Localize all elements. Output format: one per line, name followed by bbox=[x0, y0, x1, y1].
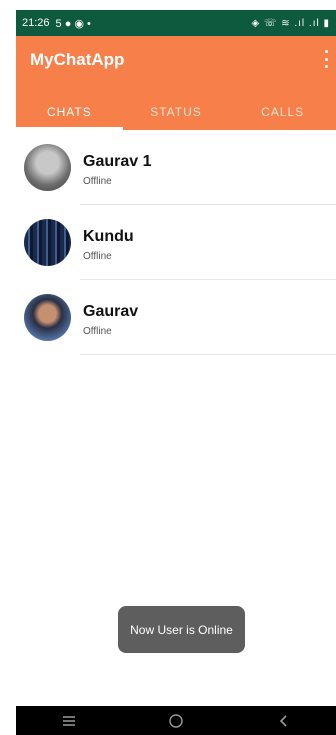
back-chevron-icon[interactable] bbox=[263, 711, 303, 731]
status-bar: 21:26 5 ● ◉ • ◈ ☏ ≋ .ıl .ıl ▮ bbox=[16, 10, 336, 36]
user-avatar-icon bbox=[24, 144, 71, 191]
divider bbox=[80, 354, 336, 355]
chat-name: Gaurav bbox=[83, 303, 139, 320]
tab-chats-label: CHATS bbox=[46, 105, 92, 119]
status-right-icons: ◈ ☏ ≋ .ıl .ıl ▮ bbox=[251, 17, 330, 29]
tab-chats[interactable]: CHATS bbox=[16, 94, 123, 130]
tab-calls-label: CALLS bbox=[261, 105, 305, 119]
chat-status: Offline bbox=[83, 176, 112, 187]
chat-status: Offline bbox=[83, 251, 112, 262]
status-time: 21:26 bbox=[22, 17, 50, 29]
user-avatar-icon bbox=[24, 219, 71, 266]
menu-icon[interactable] bbox=[49, 711, 89, 731]
tab-status-label: STATUS bbox=[150, 105, 202, 119]
tab-bar: CHATS STATUS CALLS bbox=[16, 94, 336, 130]
status-left-icons: 5 ● ◉ • bbox=[55, 17, 91, 30]
app-bar: MyChatApp CHATS STATUS CALLS bbox=[16, 36, 336, 130]
chat-list: Gaurav 1 Offline Kundu Offline Gaurav Of… bbox=[16, 130, 336, 355]
chat-list-item[interactable]: Gaurav Offline bbox=[16, 280, 336, 355]
chat-name: Gaurav 1 bbox=[83, 153, 152, 170]
toast-message: Now User is Online bbox=[118, 606, 245, 653]
chat-status: Offline bbox=[83, 326, 112, 337]
chat-list-item[interactable]: Gaurav 1 Offline bbox=[16, 130, 336, 205]
overflow-menu-icon[interactable] bbox=[324, 50, 328, 68]
tab-status[interactable]: STATUS bbox=[123, 94, 230, 130]
system-nav-bar bbox=[16, 706, 336, 735]
home-circle-icon[interactable] bbox=[156, 711, 196, 731]
chat-list-item[interactable]: Kundu Offline bbox=[16, 205, 336, 280]
user-avatar-icon bbox=[24, 294, 71, 341]
app-title: MyChatApp bbox=[30, 50, 125, 69]
chat-name: Kundu bbox=[83, 228, 134, 245]
tab-calls[interactable]: CALLS bbox=[229, 94, 336, 130]
